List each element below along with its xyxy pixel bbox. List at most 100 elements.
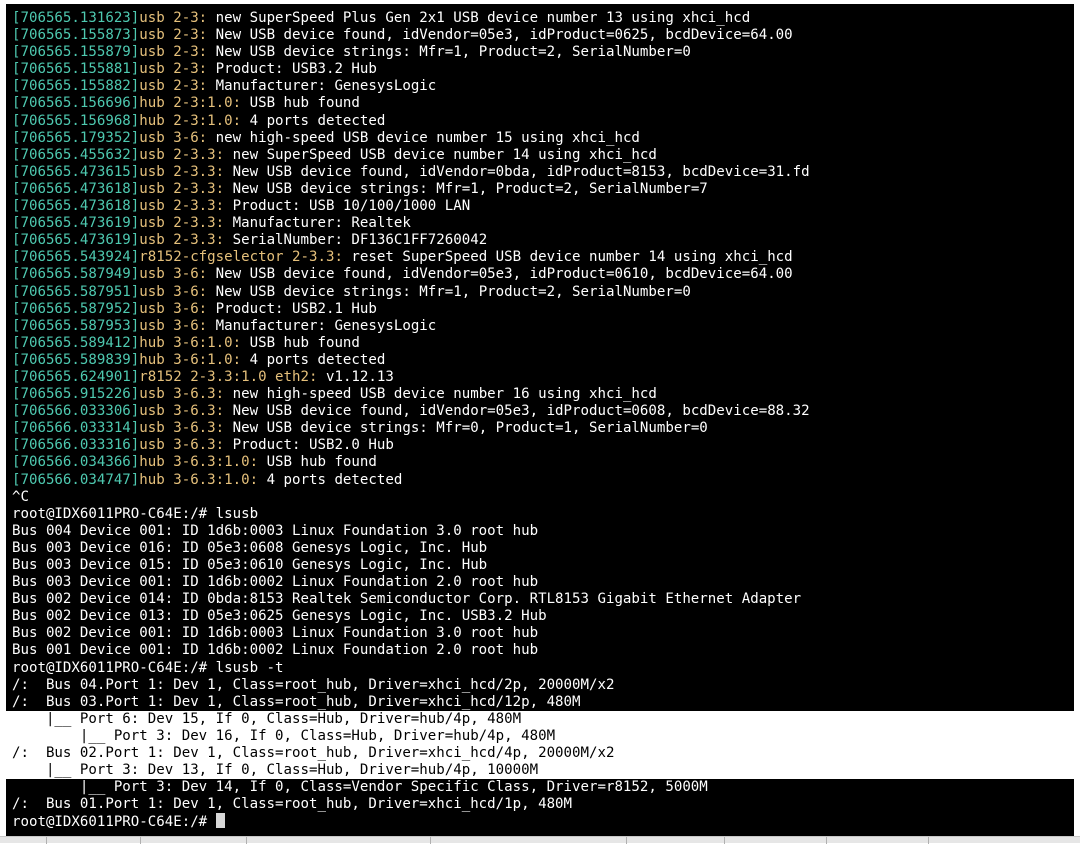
log-source: usb 2-3.3: bbox=[139, 198, 225, 215]
kernel-log-line: [706565.473618]usb 2-3.3: Product: USB 1… bbox=[12, 198, 1074, 215]
kernel-log-line: [706565.624901]r8152 2-3.3:1.0 eth2: v1.… bbox=[12, 369, 1074, 386]
log-message: new high-speed USB device number 15 usin… bbox=[207, 129, 640, 146]
log-message: v1.12.13 bbox=[317, 368, 394, 385]
lsusb-line: Bus 003 Device 015: ID 05e3:0610 Genesys… bbox=[12, 557, 488, 573]
terminal-window[interactable]: [706565.131623] usb 2-3: new SuperSpeed P… bbox=[6, 4, 1074, 836]
log-source: hub 2-3:1.0: bbox=[139, 95, 242, 112]
log-timestamp: [706565.473619] bbox=[12, 215, 140, 232]
kernel-log-line: [706565.589412]hub 3-6:1.0: USB hub foun… bbox=[12, 335, 1074, 352]
log-timestamp: [706565.155881] bbox=[12, 61, 140, 78]
log-source: usb 2-3.3: bbox=[139, 232, 225, 249]
log-message: New USB device found, idVendor=05e3, idP… bbox=[207, 27, 793, 44]
kernel-log-line: [706565.587953]usb 3-6: Manufacturer: Ge… bbox=[12, 318, 1074, 335]
log-source: usb 3-6: bbox=[139, 129, 208, 146]
log-message: Manufacturer: Realtek bbox=[224, 215, 411, 232]
log-timestamp: [706565.587952] bbox=[12, 300, 140, 317]
kernel-log-line: [706565.589839]hub 3-6:1.0: 4 ports dete… bbox=[12, 352, 1074, 369]
log-message: USB hub found bbox=[241, 334, 360, 351]
log-message: Product: USB2.0 Hub bbox=[224, 437, 394, 454]
kernel-log-line: [706565.473619]usb 2-3.3: SerialNumber: … bbox=[12, 232, 1074, 249]
kernel-log-line: [706565.155873]usb 2-3: New USB device f… bbox=[12, 27, 1074, 44]
kernel-log-line: [706566.033306]usb 3-6.3: New USB device… bbox=[12, 403, 1074, 420]
log-timestamp: [706566.034366] bbox=[12, 454, 140, 471]
kernel-log-line: [706565.473618]usb 2-3.3: New USB device… bbox=[12, 181, 1074, 198]
log-message: Manufacturer: GenesysLogic bbox=[207, 78, 437, 95]
kernel-log: [706565.131623] usb 2-3: new SuperSpeed P… bbox=[12, 10, 1074, 489]
log-timestamp: [706565.473618] bbox=[12, 198, 140, 215]
log-timestamp: [706565.155873] bbox=[12, 27, 140, 44]
kernel-log-line: [706565.455632]usb 2-3.3: new SuperSpeed… bbox=[12, 147, 1074, 164]
lsusb-tree-line: /: Bus 03.Port 1: Dev 1, Class=root_hub,… bbox=[12, 693, 581, 710]
log-message: New USB device found, idVendor=0bda, idP… bbox=[224, 163, 810, 180]
text-cursor bbox=[215, 813, 225, 829]
log-message: New USB device found, idVendor=05e3, idP… bbox=[224, 403, 810, 420]
lsusb-tree-line-selected: /: Bus 02.Port 1: Dev 1, Class=root_hub,… bbox=[6, 745, 1074, 763]
log-message: New USB device strings: Mfr=1, Product=2… bbox=[224, 180, 708, 197]
log-source: usb 2-3: bbox=[139, 78, 208, 95]
log-timestamp: [706565.131623] bbox=[12, 10, 140, 26]
log-message: 4 ports detected bbox=[258, 471, 403, 488]
kernel-log-line: [706566.034747]hub 3-6.3:1.0: 4 ports de… bbox=[12, 472, 1074, 489]
kernel-log-line: [706565.473615]usb 2-3.3: New USB device… bbox=[12, 164, 1074, 181]
log-timestamp: [706565.156696] bbox=[12, 95, 140, 112]
log-timestamp: [706565.587953] bbox=[12, 317, 140, 334]
kernel-log-line: [706565.155882]usb 2-3: Manufacturer: Ge… bbox=[12, 78, 1074, 95]
log-message: Product: USB3.2 Hub bbox=[207, 61, 377, 78]
log-source: usb 3-6: bbox=[139, 266, 208, 283]
log-source: usb 2-3.3: bbox=[139, 180, 225, 197]
log-timestamp: [706565.473615] bbox=[12, 163, 140, 180]
kernel-log-line: [706565.587949]usb 3-6: New USB device f… bbox=[12, 266, 1074, 283]
kernel-log-line: [706565.179352]usb 3-6: new high-speed U… bbox=[12, 130, 1074, 147]
log-timestamp: [706565.156968] bbox=[12, 112, 140, 129]
kernel-log-line: [706565.587952]usb 3-6: Product: USB2.1 … bbox=[12, 301, 1074, 318]
log-timestamp: [706565.155882] bbox=[12, 78, 140, 95]
log-timestamp: [706565.155879] bbox=[12, 44, 140, 61]
kernel-log-line: [706565.587951]usb 3-6: New USB device s… bbox=[12, 284, 1074, 301]
lsusb-line: Bus 002 Device 001: ID 1d6b:0003 Linux F… bbox=[12, 625, 539, 642]
log-message: USB hub found bbox=[241, 95, 360, 112]
log-message: New USB device found, idVendor=05e3, idP… bbox=[207, 266, 793, 283]
kernel-log-line: [706565.543924]r8152-cfgselector 2-3.3: … bbox=[12, 249, 1074, 266]
log-source: usb 3-6.3: bbox=[139, 403, 225, 420]
log-source: usb 3-6.3: bbox=[139, 420, 225, 437]
log-source: r8152 2-3.3:1.0 eth2: bbox=[139, 368, 318, 385]
log-timestamp: [706565.473618] bbox=[12, 180, 140, 197]
log-source: usb 3-6.3: bbox=[139, 437, 225, 454]
lsusb-line: Bus 003 Device 001: ID 1d6b:0002 Linux F… bbox=[12, 574, 539, 591]
log-timestamp: [706565.587951] bbox=[12, 283, 140, 300]
lsusb-tree-line-selected: |__ Port 3: Dev 16, If 0, Class=Hub, Dri… bbox=[6, 727, 1074, 746]
interrupt-line: ^C bbox=[12, 488, 29, 505]
kernel-log-line: [706566.034366]hub 3-6.3:1.0: USB hub fo… bbox=[12, 454, 1074, 471]
prompt-lsusb-tree: root@IDX6011PRO-C64E:/# lsusb -t bbox=[12, 659, 284, 676]
log-message: 4 ports detected bbox=[241, 351, 386, 368]
kernel-log-line: [706566.033316]usb 3-6.3: Product: USB2.… bbox=[12, 437, 1074, 454]
log-timestamp: [706565.589412] bbox=[12, 334, 140, 351]
log-timestamp: [706565.589839] bbox=[12, 351, 140, 368]
kernel-log-line: [706565.473619]usb 2-3.3: Manufacturer: … bbox=[12, 215, 1074, 232]
lsusb-line: Bus 004 Device 001: ID 1d6b:0003 Linux F… bbox=[12, 522, 539, 539]
log-message: SerialNumber: DF136C1FF7260042 bbox=[224, 232, 488, 249]
log-message: Product: USB2.1 Hub bbox=[207, 300, 377, 317]
log-timestamp: [706565.455632] bbox=[12, 146, 140, 163]
log-message: 4 ports detected bbox=[241, 112, 386, 129]
log-timestamp: [706565.624901] bbox=[12, 368, 140, 385]
kernel-log-line: [706565.155881]usb 2-3: Product: USB3.2 … bbox=[12, 61, 1074, 78]
log-source: usb 2-3.3: bbox=[139, 146, 225, 163]
kernel-log-line: [706565.915226]usb 3-6.3: new high-speed… bbox=[12, 386, 1074, 403]
lsusb-tree-line: /: Bus 04.Port 1: Dev 1, Class=root_hub,… bbox=[12, 676, 615, 693]
log-message: new high-speed USB device number 16 usin… bbox=[224, 386, 657, 403]
log-timestamp: [706565.473619] bbox=[12, 232, 140, 249]
kernel-log-line: [706565.156696]hub 2-3:1.0: USB hub foun… bbox=[12, 95, 1074, 112]
log-timestamp: [706566.033316] bbox=[12, 437, 140, 454]
log-source: usb 3-6.3: bbox=[139, 386, 225, 403]
log-source: hub 3-6:1.0: bbox=[139, 351, 242, 368]
lsusb-line: Bus 002 Device 013: ID 05e3:0625 Genesys… bbox=[12, 608, 547, 625]
log-source: hub 3-6.3:1.0: bbox=[139, 454, 259, 471]
log-message: New USB device strings: Mfr=1, Product=2… bbox=[207, 283, 691, 300]
log-message: new SuperSpeed Plus Gen 2x1 USB device n… bbox=[207, 10, 751, 26]
lsusb-line: Bus 001 Device 001: ID 1d6b:0002 Linux F… bbox=[12, 642, 539, 659]
log-source: usb 3-6: bbox=[139, 317, 208, 334]
active-prompt-line[interactable]: root@IDX6011PRO-C64E:/# bbox=[12, 813, 1074, 830]
prompt-lsusb: root@IDX6011PRO-C64E:/# lsusb bbox=[12, 505, 259, 522]
log-source: hub 3-6:1.0: bbox=[139, 334, 242, 351]
